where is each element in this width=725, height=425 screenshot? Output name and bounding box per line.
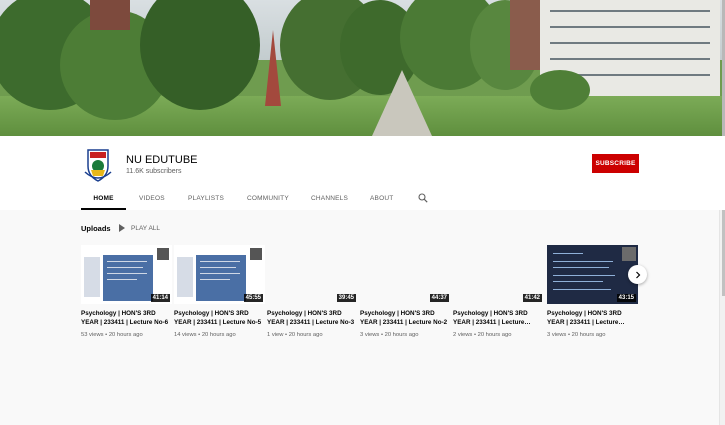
page-scrollbar[interactable] [719, 210, 725, 425]
video-title[interactable]: Psychology | HON'S 3RD YEAR | 233411 | L… [174, 310, 265, 327]
video-thumbnail[interactable]: 45:55 [174, 245, 265, 304]
video-duration: 43:15 [616, 294, 636, 302]
video-views: 3 views [547, 332, 567, 338]
video-views: 14 views [174, 332, 197, 338]
video-card[interactable]: 39:45 Psychology | HON'S 3RD YEAR | 2334… [267, 245, 358, 338]
uploads-heading[interactable]: Uploads [81, 224, 111, 233]
video-thumbnail[interactable]: 44:37 [360, 245, 451, 304]
play-all-button[interactable]: PLAY ALL [119, 224, 160, 232]
video-card[interactable]: 45:55 Psychology | HON'S 3RD YEAR | 2334… [174, 245, 265, 338]
video-title[interactable]: Psychology | HON'S 3RD YEAR | 233411 | L… [547, 310, 638, 327]
tab-community[interactable]: COMMUNITY [247, 188, 289, 210]
video-meta: 53 views • 20 hours ago [81, 332, 143, 338]
tab-channels[interactable]: CHANNELS [311, 188, 348, 210]
video-age: 20 hours ago [477, 332, 512, 338]
video-title[interactable]: Psychology | HON'S 3RD YEAR | 233411 | L… [360, 310, 451, 327]
video-duration: 44:37 [429, 294, 449, 302]
video-age: 20 hours ago [201, 332, 236, 338]
video-views: 2 views [453, 332, 473, 338]
university-logo-icon [84, 149, 112, 182]
video-card[interactable]: 44:37 Psychology | HON'S 3RD YEAR | 2334… [360, 245, 451, 338]
channel-avatar[interactable] [81, 144, 115, 184]
video-age: 20 hours ago [288, 332, 323, 338]
video-card[interactable]: 43:15 Psychology | HON'S 3RD YEAR | 2334… [547, 245, 638, 338]
video-views: 3 views [360, 332, 380, 338]
video-thumbnail[interactable]: 39:45 [267, 245, 358, 304]
play-icon [119, 224, 125, 232]
video-meta: 1 view • 20 hours ago [267, 332, 323, 338]
video-meta: 2 views • 20 hours ago [453, 332, 512, 338]
video-meta: 3 views • 20 hours ago [360, 332, 419, 338]
video-card[interactable]: 41:42 Psychology | HON'S 3RD YEAR | 2334… [453, 245, 544, 338]
video-meta: 3 views • 20 hours ago [547, 332, 606, 338]
video-views: 1 view [267, 332, 284, 338]
shelf-next-button[interactable] [628, 265, 647, 284]
subscribe-button[interactable]: SUBSCRIBE [592, 154, 639, 173]
channel-banner [0, 0, 725, 136]
video-thumbnail[interactable]: 41:42 [453, 245, 544, 304]
video-views: 53 views [81, 332, 104, 338]
video-title[interactable]: Psychology | HON'S 3RD YEAR | 233411 | L… [81, 310, 172, 327]
video-title[interactable]: Psychology | HON'S 3RD YEAR | 233411 | L… [453, 310, 544, 327]
video-meta: 14 views • 20 hours ago [174, 332, 236, 338]
tab-home[interactable]: HOME [81, 188, 126, 210]
video-thumbnail[interactable]: 43:15 [547, 245, 638, 304]
subscriber-count: 11.6K subscribers [126, 168, 182, 175]
video-age: 20 hours ago [108, 332, 143, 338]
video-age: 20 hours ago [571, 332, 606, 338]
chevron-right-icon [635, 271, 640, 278]
video-duration: 45:55 [243, 294, 263, 302]
video-thumbnail[interactable]: 41:14 [81, 245, 172, 304]
tab-playlists[interactable]: PLAYLISTS [188, 188, 224, 210]
video-duration: 41:42 [522, 294, 542, 302]
channel-tabs: HOME VIDEOS PLAYLISTS COMMUNITY CHANNELS… [0, 188, 725, 210]
play-all-label: PLAY ALL [131, 224, 161, 232]
search-icon[interactable] [418, 193, 428, 203]
video-age: 20 hours ago [384, 332, 419, 338]
video-duration: 39:45 [336, 294, 356, 302]
tab-about[interactable]: ABOUT [370, 188, 393, 210]
video-card[interactable]: 41:14 Psychology | HON'S 3RD YEAR | 2334… [81, 245, 172, 338]
channel-name[interactable]: NU EDUTUBE [126, 154, 198, 166]
video-title[interactable]: Psychology | HON'S 3RD YEAR | 233411 | L… [267, 310, 358, 327]
tab-videos[interactable]: VIDEOS [139, 188, 165, 210]
video-duration: 41:14 [150, 294, 170, 302]
